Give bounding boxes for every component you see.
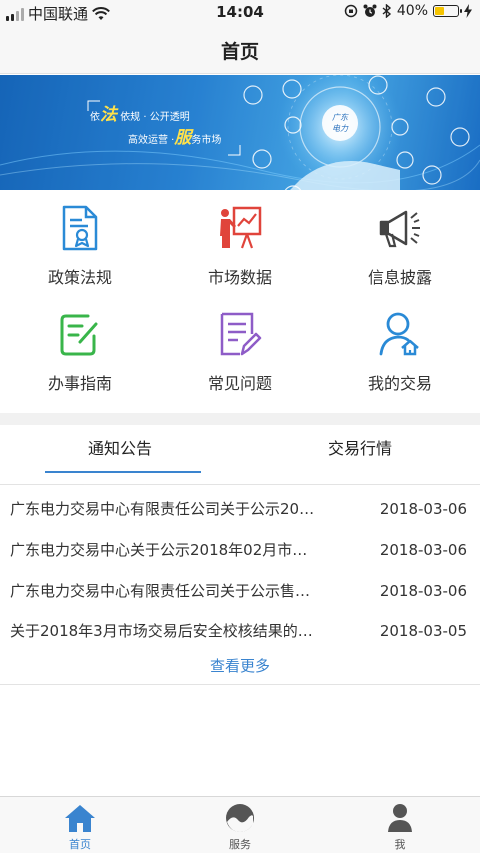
alarm-icon bbox=[363, 4, 377, 17]
banner-slogan-line-2: 高效运营 ·服务市场 bbox=[90, 128, 221, 151]
banner-badge: 广东 电力 bbox=[322, 105, 358, 141]
grid-item-faq[interactable]: 常见问题 bbox=[160, 296, 320, 402]
slogan-char: 依 bbox=[90, 112, 100, 123]
banner-carousel[interactable]: 依法 依规 · 公开透明 高效运营 ·服务市场 广东 电力 bbox=[0, 75, 480, 190]
tabbar-label: 服务 bbox=[229, 838, 251, 851]
grid-item-disclosure[interactable]: 信息披露 bbox=[320, 190, 480, 296]
news-item[interactable]: 广东电力交易中心有限责任公司关于公示2018年第一批市场主体注册信息的公告 20… bbox=[0, 488, 480, 528]
slogan-big-char-2: 服 bbox=[174, 128, 192, 148]
battery-fill bbox=[435, 7, 444, 15]
news-date: 2018-03-06 bbox=[379, 500, 467, 518]
tabbar-label: 首页 bbox=[69, 838, 91, 851]
tabbar-item-service[interactable]: 服务 bbox=[160, 797, 320, 853]
home-icon bbox=[65, 805, 95, 832]
user-home-icon bbox=[379, 312, 419, 356]
section-divider bbox=[0, 413, 480, 425]
tabbar-item-home[interactable]: 首页 bbox=[0, 797, 160, 853]
news-title: 广东电力交易中心有限责任公司关于公示售电公司注册信息变更的公告 bbox=[10, 582, 315, 600]
status-right: 40% bbox=[344, 3, 472, 19]
bluetooth-icon bbox=[382, 4, 391, 18]
slogan-tail-2: 务市场 bbox=[191, 135, 222, 146]
slogan-text-1: 依规 · 公开透明 bbox=[120, 112, 190, 123]
news-title: 广东电力交易中心有限责任公司关于公示2018年第一批市场主体注册信息的公告 bbox=[10, 500, 315, 518]
banner-slogan-line-1: 依法 依规 · 公开透明 bbox=[90, 105, 221, 128]
tabbar-label: 我 bbox=[394, 838, 406, 851]
news-item[interactable]: 广东电力交易中心关于公示2018年02月市场交易结算信息的通知 2018-03-… bbox=[0, 529, 480, 569]
tabbar-item-me[interactable]: 我 bbox=[320, 797, 480, 853]
slogan-big-char-1: 法 bbox=[100, 105, 117, 125]
news-title: 关于2018年3月市场交易后安全校核结果的公告 bbox=[10, 622, 315, 640]
news-tabs: 通知公告 交易行情 bbox=[0, 425, 480, 485]
news-date: 2018-03-06 bbox=[379, 541, 467, 559]
news-item[interactable]: 广东电力交易中心有限责任公司关于公示售电公司注册信息变更的公告 2018-03-… bbox=[0, 570, 480, 610]
news-date: 2018-03-06 bbox=[379, 582, 467, 600]
slogan-text-2: 高效运营 · bbox=[128, 135, 175, 146]
grid-item-label: 政策法规 bbox=[47, 268, 112, 287]
megaphone-icon bbox=[379, 210, 420, 248]
grid-item-label: 我的交易 bbox=[367, 374, 432, 393]
grid-item-my-trading[interactable]: 我的交易 bbox=[320, 296, 480, 402]
bottom-tab-bar: 首页 服务 我 bbox=[0, 796, 480, 853]
banner-artwork bbox=[0, 75, 480, 190]
news-title: 广东电力交易中心关于公示2018年02月市场交易结算信息的通知 bbox=[10, 541, 315, 559]
badge-line-1: 广东 bbox=[332, 113, 348, 122]
status-bar: 中国联通 14:04 40% bbox=[0, 0, 480, 24]
grid-item-policy[interactable]: 政策法规 bbox=[0, 190, 160, 296]
battery-percent: 40% bbox=[396, 3, 428, 19]
grid-item-label: 信息披露 bbox=[367, 268, 432, 287]
charging-icon bbox=[464, 4, 472, 18]
grid-item-market-data[interactable]: 市场数据 bbox=[160, 190, 320, 296]
policy-document-icon bbox=[62, 205, 98, 251]
service-icon bbox=[226, 804, 254, 832]
battery-icon bbox=[433, 5, 462, 17]
edit-guide-icon bbox=[60, 314, 98, 356]
grid-item-label: 办事指南 bbox=[47, 374, 112, 393]
news-item[interactable]: 关于2018年3月市场交易后安全校核结果的公告 2018-03-05 bbox=[0, 610, 480, 650]
presentation-chart-icon bbox=[220, 206, 262, 249]
grid-item-label: 市场数据 bbox=[207, 268, 272, 287]
grid-item-label: 常见问题 bbox=[207, 374, 272, 393]
active-tab-indicator bbox=[45, 471, 201, 473]
notepad-pencil-icon bbox=[220, 312, 262, 356]
page-title: 首页 bbox=[220, 41, 259, 63]
badge-line-2: 电力 bbox=[332, 124, 348, 133]
nav-bar: 首页 bbox=[0, 24, 480, 74]
grid-item-guide[interactable]: 办事指南 bbox=[0, 296, 160, 402]
profile-icon bbox=[388, 804, 412, 832]
feature-grid: 政策法规 市场数据 信息披露 办事指南 常见问题 我的交易 bbox=[0, 190, 480, 412]
view-more-link[interactable]: 查看更多 bbox=[0, 655, 480, 676]
list-bottom-divider bbox=[0, 684, 480, 685]
banner-slogan: 依法 依规 · 公开透明 高效运营 ·服务市场 bbox=[90, 105, 221, 151]
orientation-lock-icon bbox=[344, 4, 358, 18]
news-date: 2018-03-05 bbox=[379, 622, 467, 640]
tab-notices[interactable]: 通知公告 bbox=[0, 425, 240, 485]
tab-market-quotes[interactable]: 交易行情 bbox=[240, 425, 480, 485]
